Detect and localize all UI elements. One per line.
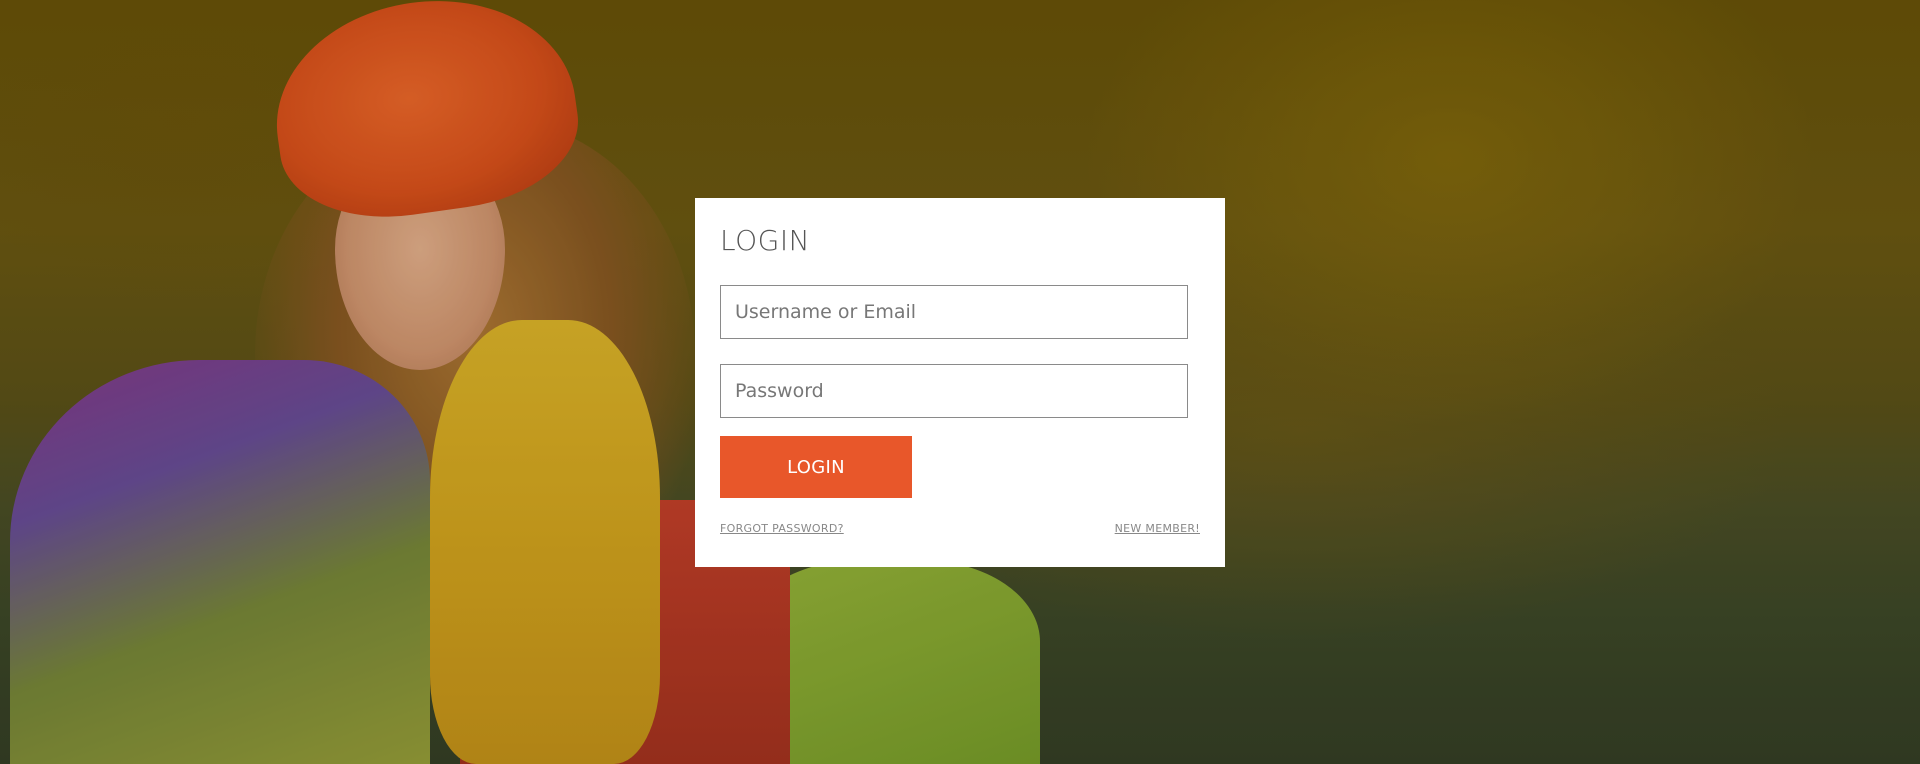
login-card: LOGIN LOGIN FORGOT PASSWORD? NEW MEMBER!: [695, 198, 1225, 567]
forgot-password-link[interactable]: FORGOT PASSWORD?: [720, 522, 844, 535]
password-input[interactable]: [720, 364, 1188, 418]
login-button[interactable]: LOGIN: [720, 436, 912, 498]
login-page: LOGIN LOGIN FORGOT PASSWORD? NEW MEMBER!: [0, 0, 1920, 764]
login-title: LOGIN: [720, 224, 811, 257]
new-member-link[interactable]: NEW MEMBER!: [1115, 522, 1200, 535]
username-input[interactable]: [720, 285, 1188, 339]
